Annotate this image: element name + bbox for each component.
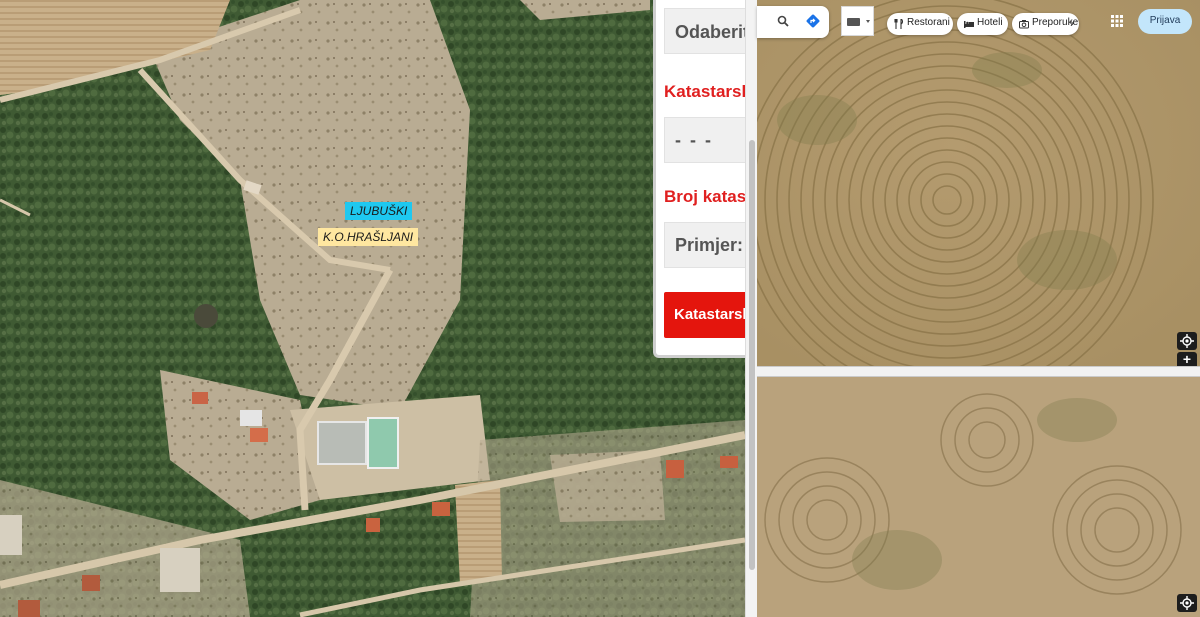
cadastral-search-button[interactable]: Katastarsk — [664, 292, 745, 338]
restaurant-icon — [894, 19, 904, 29]
aerial-imagery — [757, 0, 1200, 617]
crosshair-icon — [1180, 334, 1194, 348]
sign-in-button[interactable]: Prijava — [1138, 9, 1192, 34]
search-icon[interactable] — [777, 15, 789, 27]
chip-hotels[interactable]: Hoteli — [957, 13, 1008, 35]
municipality-select[interactable]: Odaberite — [664, 8, 745, 54]
camera-icon — [1019, 20, 1029, 29]
satellite-imagery — [0, 0, 745, 617]
crosshair-icon — [1180, 596, 1194, 610]
directions-icon[interactable] — [805, 13, 821, 29]
zoom-in-button[interactable]: + — [1177, 352, 1197, 367]
google-apps-icon[interactable] — [1110, 14, 1124, 28]
map-search-bar[interactable] — [757, 6, 829, 38]
scrollbar-thumb[interactable] — [749, 140, 755, 570]
municipality-label: LJUBUŠKI — [345, 202, 413, 220]
chevron-down-icon — [866, 20, 870, 23]
cadastral-search-panel: Odaberite Katastarska - - - Broj katasta… — [653, 0, 745, 358]
input-tools-button[interactable] — [841, 6, 874, 36]
chevron-right-icon[interactable]: › — [1070, 16, 1074, 30]
keyboard-icon — [847, 18, 870, 26]
parcel-number-field-label: Broj katasta — [664, 187, 745, 206]
chip-restaurants-label: Restorani — [907, 17, 950, 28]
cadastral-municipality-label: K.O.HRAŠLJANI — [318, 228, 419, 246]
my-location-button-bottom[interactable] — [1177, 594, 1197, 612]
cadastral-municipality-field-label: Katastarska — [664, 82, 745, 101]
left-pane-scrollbar[interactable] — [745, 0, 757, 617]
hotel-icon — [964, 21, 974, 28]
cadastral-satellite-map[interactable]: LJUBUŠKI K.O.HRAŠLJANI Odaberite Katasta… — [0, 0, 745, 617]
google-map-pane[interactable] — [757, 0, 1200, 617]
cadastral-municipality-select[interactable]: - - - — [664, 117, 745, 163]
parcel-number-input[interactable]: Primjer: 1 — [664, 222, 745, 268]
pane-splitter[interactable] — [757, 366, 1200, 377]
screen: LJUBUŠKI K.O.HRAŠLJANI Odaberite Katasta… — [0, 0, 1200, 617]
my-location-button[interactable] — [1177, 332, 1197, 350]
chip-hotels-label: Hoteli — [977, 17, 1003, 28]
chip-recommendations[interactable]: Preporuke › — [1012, 13, 1079, 35]
chip-restaurants[interactable]: Restorani — [887, 13, 953, 35]
